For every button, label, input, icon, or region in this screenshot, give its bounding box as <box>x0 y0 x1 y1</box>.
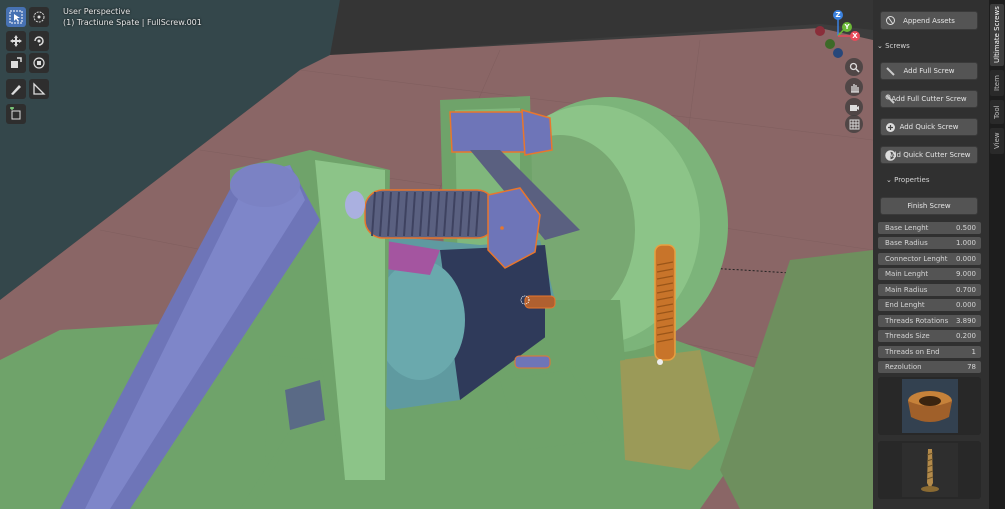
pan-hand-icon <box>850 83 859 93</box>
move-icon <box>10 35 22 47</box>
tab-tool[interactable]: Tool <box>990 100 1004 124</box>
property-base-radius[interactable]: Base Radius 1.000 <box>878 237 981 249</box>
measure-tool[interactable] <box>29 79 49 99</box>
gizmo-neg-z-axis[interactable] <box>833 48 843 58</box>
zoom-button[interactable] <box>845 58 863 76</box>
quick-screw-icon <box>886 123 895 132</box>
sidebar-tabs: Ultimate Screws Item Tool View <box>989 0 1005 509</box>
scale-tool[interactable] <box>6 53 26 73</box>
ortho-toggle-button[interactable] <box>845 115 863 133</box>
property-rezolution[interactable]: Rezolution 78 <box>878 361 981 373</box>
screws-section-header[interactable]: ⌄ Screws <box>877 42 910 50</box>
gizmo-neg-x-axis[interactable] <box>815 26 825 36</box>
finish-screw-button[interactable]: Finish Screw <box>880 197 978 215</box>
camera-button[interactable] <box>845 98 863 116</box>
property-main-radius[interactable]: Main Radius 0.700 <box>878 284 981 296</box>
select-box-tool[interactable] <box>6 7 26 27</box>
add-full-screw-button[interactable]: Add Full Screw <box>880 62 978 80</box>
add-quick-cutter-screw-button[interactable]: Add Quick Cutter Screw <box>880 146 978 164</box>
pan-button[interactable] <box>845 78 863 96</box>
select-box-icon <box>9 10 23 24</box>
append-assets-label: Append Assets <box>903 16 955 25</box>
property-threads-rotations[interactable]: Threads Rotations 3.890 <box>878 315 981 327</box>
measure-icon <box>33 82 46 95</box>
gizmo-z-axis[interactable]: Z <box>833 10 843 20</box>
cursor-tool[interactable] <box>29 7 49 27</box>
asset-thumbnail-nut[interactable] <box>878 377 981 435</box>
add-full-cutter-screw-button[interactable]: Add Full Cutter Screw <box>880 90 978 108</box>
object-info-label: (1) Tractiune Spate | FullScrew.001 <box>63 18 202 27</box>
tab-item[interactable]: Item <box>990 70 1004 96</box>
property-main-lenght[interactable]: Main Lenght 9.000 <box>878 268 981 280</box>
gizmo-x-axis[interactable]: X <box>850 31 860 41</box>
append-assets-button[interactable]: Append Assets <box>880 11 978 30</box>
property-base-lenght[interactable]: Base Lenght 0.500 <box>878 222 981 234</box>
sidebar-panel: Append Assets ⌄ Screws Add Full Screw Ad… <box>873 0 989 509</box>
screw-preview-image <box>902 443 958 497</box>
chevron-down-icon: ⌄ <box>877 42 883 50</box>
navigation-gizmo[interactable]: Z Y X <box>810 8 865 58</box>
rotate-icon <box>34 36 44 46</box>
rotate-tool[interactable] <box>29 31 49 51</box>
add-quick-screw-button[interactable]: Add Quick Screw <box>880 118 978 136</box>
tab-ultimate-screws[interactable]: Ultimate Screws <box>990 4 1004 66</box>
zoom-icon <box>849 62 860 73</box>
cutter-screw-icon <box>885 94 895 104</box>
scene-render <box>0 0 873 509</box>
transform-tool[interactable] <box>29 53 49 73</box>
chevron-down-icon: ⌄ <box>886 176 892 184</box>
move-tool[interactable] <box>6 31 26 51</box>
properties-section-header[interactable]: ⌄ Properties <box>886 176 930 184</box>
property-end-lenght[interactable]: End Lenght 0.000 <box>878 299 981 311</box>
property-connector-lenght[interactable]: Connector Lenght 0.000 <box>878 253 981 265</box>
property-threads-on-end[interactable]: Threads on End 1 <box>878 346 981 358</box>
camera-icon <box>849 104 859 111</box>
property-threads-size[interactable]: Threads Size 0.200 <box>878 330 981 342</box>
asset-thumbnail-screw[interactable] <box>878 441 981 499</box>
3d-viewport[interactable]: User Perspective (1) Tractiune Spate | F… <box>0 0 873 509</box>
nut-preview-image <box>902 379 958 433</box>
quick-cutter-icon <box>885 150 896 161</box>
screw-icon <box>886 67 895 76</box>
add-cube-icon <box>10 107 21 120</box>
scale-icon <box>11 57 22 68</box>
gizmo-neg-y-axis[interactable] <box>825 39 835 49</box>
transform-icon <box>33 57 45 69</box>
tab-view[interactable]: View <box>990 128 1004 154</box>
append-icon <box>886 16 895 25</box>
view-name-label: User Perspective <box>63 7 131 16</box>
annotate-icon <box>11 85 21 95</box>
cursor-icon <box>33 11 45 23</box>
grid-ortho-icon <box>849 119 859 129</box>
annotate-tool[interactable] <box>6 79 26 99</box>
add-cube-tool[interactable] <box>6 104 26 124</box>
gizmo-y-axis[interactable]: Y <box>842 22 852 32</box>
